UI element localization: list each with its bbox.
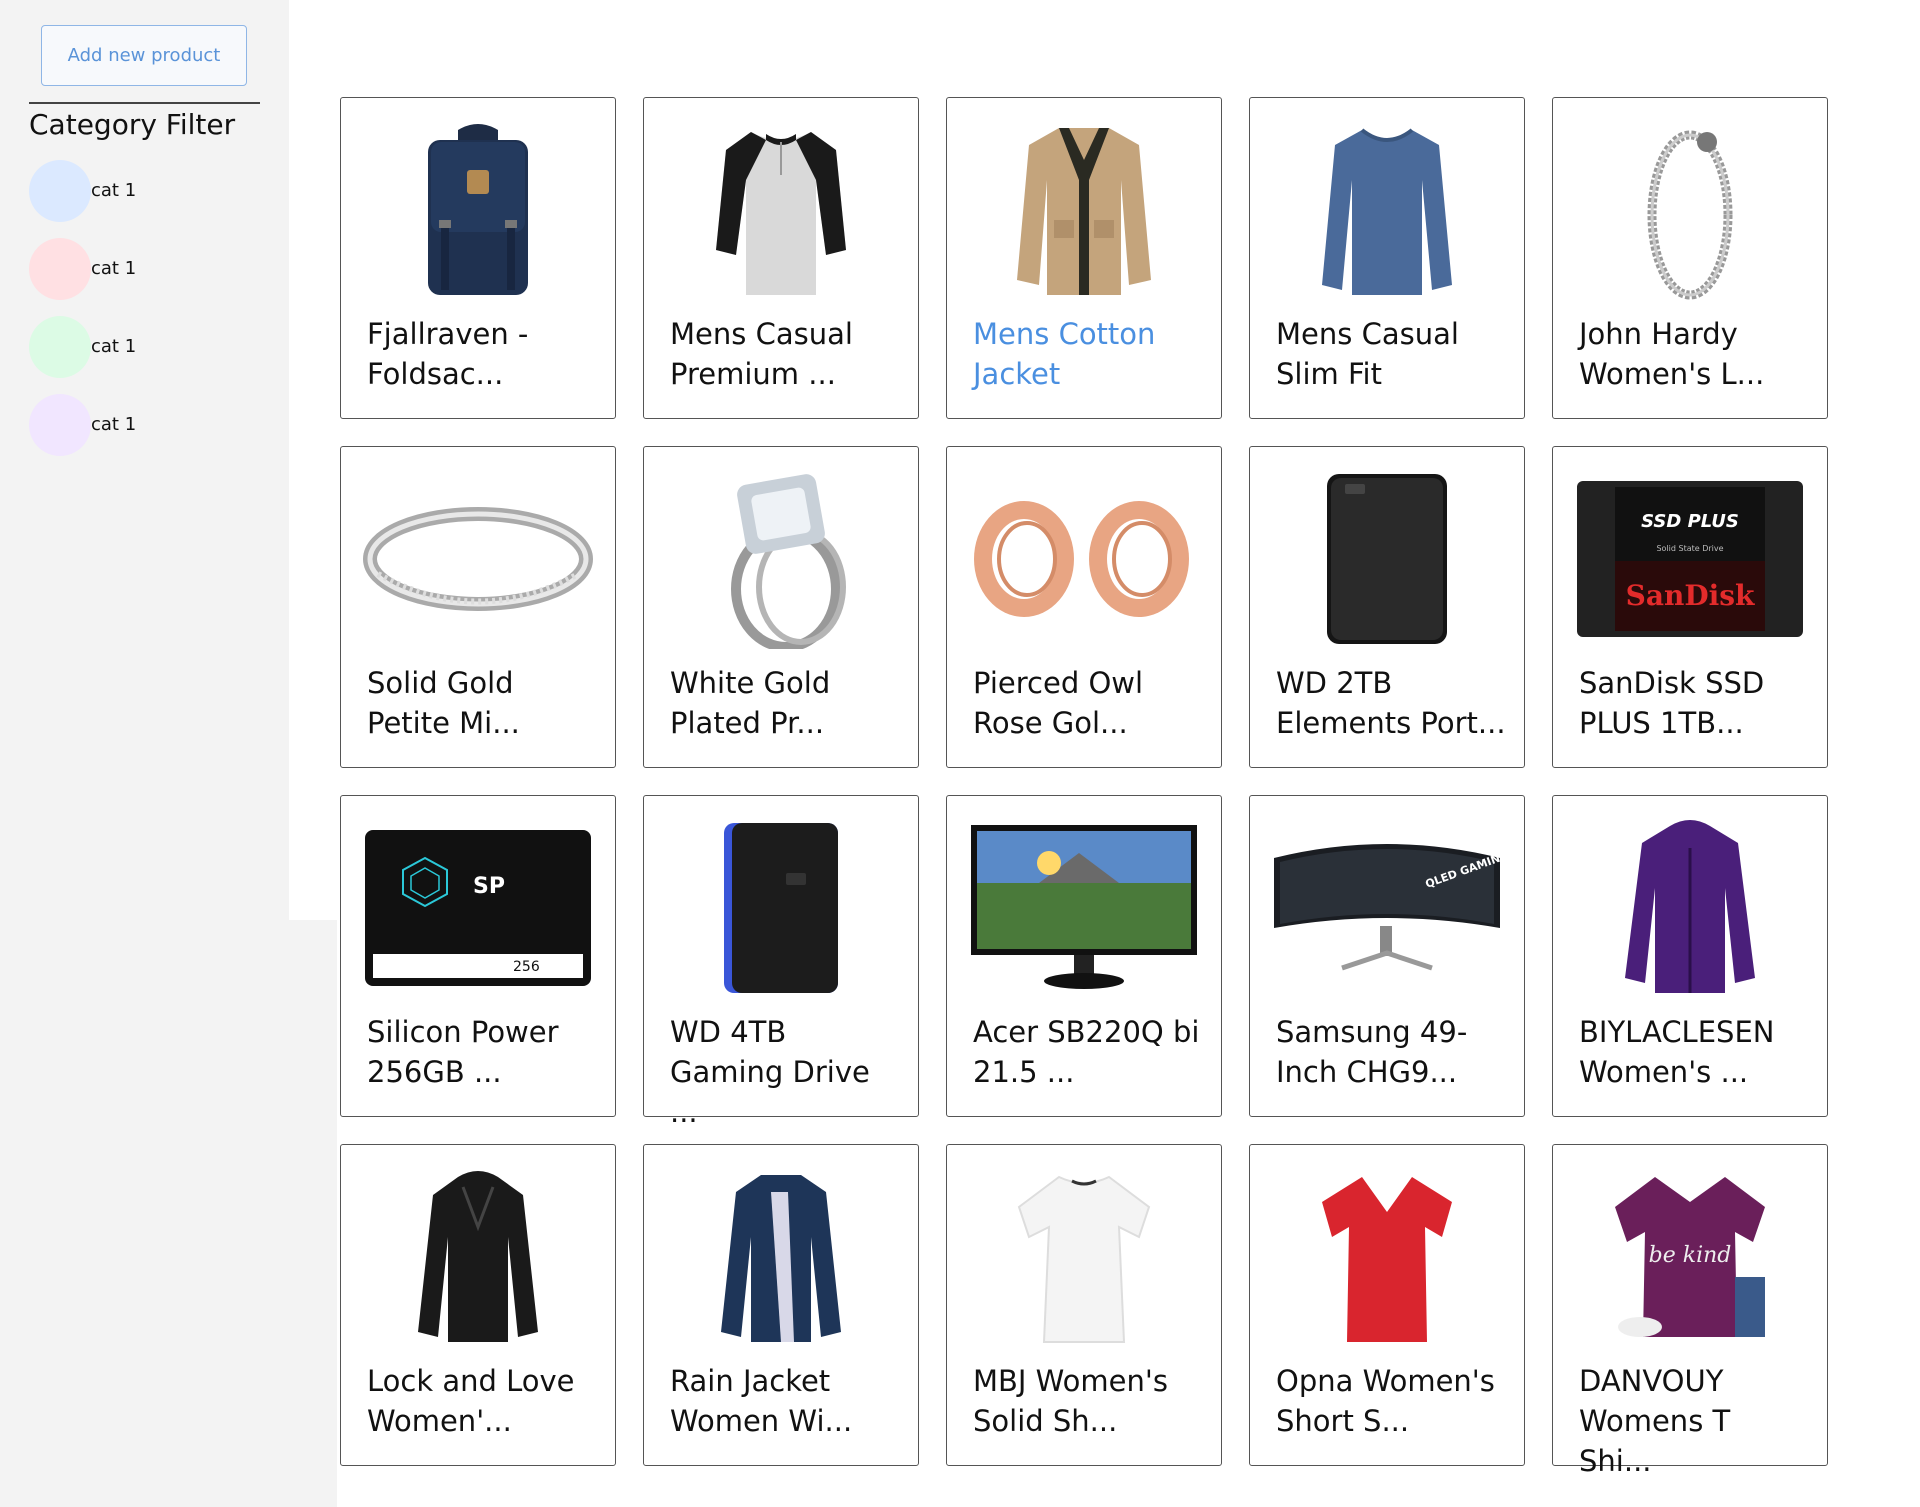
category-label: cat 1 [91,336,137,357]
category-label: cat 1 [91,258,137,279]
category-filter-item[interactable]: cat 1 [29,316,229,378]
product-card[interactable]: Mens Casual Slim Fit [1249,97,1525,419]
product-title: Mens Casual Premium ... [670,317,853,391]
product-card[interactable]: be kind DANVOUY Womens T Shi... [1552,1144,1828,1478]
be-kind-tshirt-icon: be kind [1575,1167,1805,1347]
product-card[interactable]: Rain Jacket Women Wi... [643,1144,919,1466]
red-tshirt-icon [1272,1167,1502,1347]
category-color-dot [29,316,91,378]
product-title: Opna Women's Short S... [1276,1364,1495,1438]
hard-drive-icon [1272,469,1502,649]
product-card[interactable]: QLED GAMING MONITOR Samsung 49-Inch CHG9… [1249,795,1525,1117]
product-title: SanDisk SSD PLUS 1TB... [1579,666,1765,740]
product-title: Rain Jacket Women Wi... [670,1364,853,1438]
product-card[interactable]: Opna Women's Short S... [1249,1144,1525,1466]
product-title: Samsung 49-Inch CHG9... [1276,1015,1468,1089]
ssd-icon: SSD PLUS Solid State Drive SanDisk [1575,469,1805,649]
category-color-dot [29,160,91,222]
product-card[interactable]: Mens Casual Premium ... [643,97,919,419]
product-card[interactable]: WD 2TB Elements Port... [1249,446,1525,768]
category-filter-item[interactable]: cat 1 [29,238,229,300]
product-title: Pierced Owl Rose Gol... [973,666,1144,740]
add-new-product-button[interactable]: Add new product [41,25,247,86]
product-title: Silicon Power 256GB ... [367,1015,559,1089]
product-title: Acer SB220Q bi 21.5 ... [973,1015,1200,1089]
product-card[interactable]: Acer SB220Q bi 21.5 ... [946,795,1222,1117]
category-filter-title: Category Filter [29,102,260,141]
sp-logo: SP [473,874,505,899]
backpack-icon [363,120,593,300]
monitor-icon [969,818,1199,998]
product-title: White Gold Plated Pr... [670,666,831,740]
product-title: WD 4TB Gaming Drive ... [670,1015,870,1129]
white-tshirt-icon [969,1167,1199,1347]
ssd-label: SSD PLUS [1641,511,1739,532]
rain-jacket-icon [666,1167,896,1347]
product-card[interactable]: SP 256 Silicon Power 256GB ... [340,795,616,1117]
ssd-sublabel: Solid State Drive [1656,544,1723,553]
product-card[interactable]: MBJ Women's Solid Sh... [946,1144,1222,1466]
category-filter-item[interactable]: cat 1 [29,160,229,222]
product-card[interactable]: Mens Cotton Jacket [946,97,1222,419]
product-title: WD 2TB Elements Port... [1276,666,1506,740]
ring-icon [363,469,593,649]
product-card[interactable]: Pierced Owl Rose Gol... [946,446,1222,768]
product-title: Fjallraven - Foldsac... [367,317,529,391]
product-title: BIYLACLESEN Women's ... [1579,1015,1775,1089]
product-card[interactable]: Lock and Love Women'... [340,1144,616,1466]
category-color-dot [29,238,91,300]
capacity-label: 256 [513,959,540,975]
product-title: MBJ Women's Solid Sh... [973,1364,1168,1438]
leather-jacket-icon [363,1167,593,1347]
product-card[interactable]: White Gold Plated Pr... [643,446,919,768]
sandisk-logo: SanDisk [1626,579,1755,612]
product-card[interactable]: Solid Gold Petite Mi... [340,446,616,768]
product-title: Mens Cotton Jacket [973,317,1156,391]
bracelet-icon [1575,120,1805,300]
raglan-shirt-icon [666,120,896,300]
tshirt-print: be kind [1649,1243,1732,1268]
category-label: cat 1 [91,180,137,201]
category-color-dot [29,394,91,456]
curved-monitor-icon: QLED GAMING MONITOR [1272,818,1502,998]
category-filter-item[interactable]: cat 1 [29,394,229,456]
product-title: Lock and Love Women'... [367,1364,575,1438]
jacket-icon [969,120,1199,300]
ssd-sp-icon: SP 256 [363,818,593,998]
sidebar-lower-background [0,920,337,1507]
product-title: John Hardy Women's L... [1579,317,1765,391]
product-card[interactable]: BIYLACLESEN Women's ... [1552,795,1828,1117]
ear-tunnel-icon [969,469,1199,649]
product-title: Mens Casual Slim Fit [1276,317,1459,391]
product-card[interactable]: WD 4TB Gaming Drive ... [643,795,919,1129]
product-title: DANVOUY Womens T Shi... [1579,1364,1731,1478]
purple-jacket-icon [1575,818,1805,998]
category-label: cat 1 [91,414,137,435]
gaming-drive-icon [666,818,896,998]
diamond-ring-icon [666,469,896,649]
long-sleeve-shirt-icon [1272,120,1502,300]
product-card[interactable]: John Hardy Women's L... [1552,97,1828,419]
product-card[interactable]: Fjallraven - Foldsac... [340,97,616,419]
product-title: Solid Gold Petite Mi... [367,666,520,740]
product-card[interactable]: SSD PLUS Solid State Drive SanDisk SanDi… [1552,446,1828,768]
